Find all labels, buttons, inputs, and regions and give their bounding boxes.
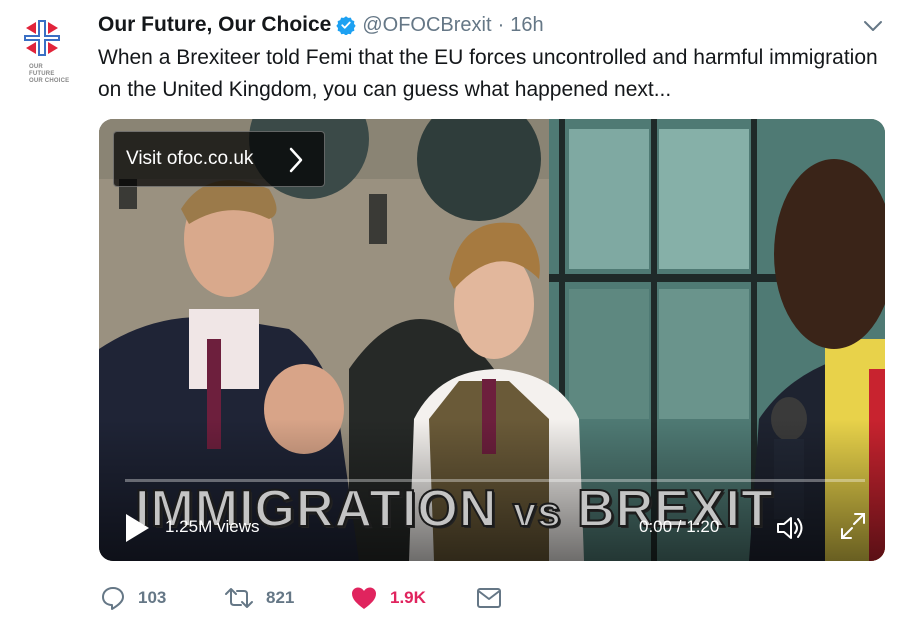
reply-button[interactable]: 103 [100, 584, 166, 612]
verified-icon [336, 16, 357, 35]
tweet: OUR FUTURE OUR CHOICE Our Future, Our Ch… [0, 0, 900, 623]
display-name[interactable]: Our Future, Our Choice [98, 13, 331, 37]
ofoc-logo [24, 20, 60, 56]
retweet-button[interactable]: 821 [224, 584, 294, 612]
heart-icon [352, 587, 376, 609]
chevron-right-icon [289, 147, 303, 173]
tweet-actions: 103 821 1.9K [100, 584, 600, 612]
avatar-text: OUR FUTURE OUR CHOICE [29, 64, 70, 85]
tweet-text: When a Brexiteer told Femi that the EU f… [98, 46, 878, 101]
tweet-header: Our Future, Our Choice @OFOCBrexit · 16h [98, 12, 544, 38]
chevron-down-icon[interactable] [862, 15, 884, 37]
fullscreen-icon[interactable] [839, 511, 867, 541]
video-duration: 0:00 / 1:20 [639, 517, 720, 536]
like-count: 1.9K [390, 588, 426, 607]
separator-dot: · [497, 13, 505, 36]
play-icon[interactable] [123, 512, 151, 544]
avatar-text-line2: OUR CHOICE [29, 78, 70, 84]
reply-count: 103 [138, 588, 167, 607]
caption-vs: vs [512, 487, 562, 536]
retweet-count: 821 [266, 588, 295, 607]
retweet-icon [225, 588, 253, 608]
direct-message-button[interactable] [476, 584, 514, 612]
visit-site-link[interactable]: Visit ofoc.co.uk [113, 131, 325, 187]
timestamp[interactable]: 16h [510, 14, 543, 37]
volume-icon[interactable] [775, 515, 805, 541]
like-button[interactable]: 1.9K [350, 584, 426, 612]
video-player[interactable]: Visit ofoc.co.uk IMMIGRATION vs BREXIT 1… [99, 119, 885, 561]
avatar-text-line1: OUR FUTURE [29, 64, 55, 77]
view-count: 1.25M views [165, 517, 260, 536]
envelope-icon [477, 588, 501, 608]
handle[interactable]: @OFOCBrexit [362, 14, 491, 37]
reply-icon [102, 587, 124, 610]
avatar[interactable]: OUR FUTURE OUR CHOICE [22, 18, 70, 84]
visit-site-label: Visit ofoc.co.uk [126, 148, 254, 169]
